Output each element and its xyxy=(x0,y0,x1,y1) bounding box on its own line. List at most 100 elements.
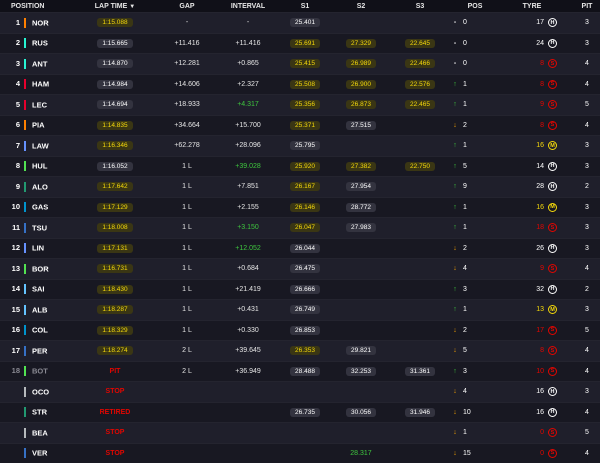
sector2-value: 27.954 xyxy=(346,182,376,192)
sector1-value: 25.508 xyxy=(290,79,320,89)
arrow-up-icon: ↑ xyxy=(453,183,457,191)
interval-cell: +36.949 xyxy=(217,360,279,382)
tyre-age: 9 xyxy=(540,265,544,273)
pit-cell: 2 xyxy=(563,176,600,197)
pos-change-cell: -0 xyxy=(449,53,501,74)
tyre-cell: 13 M xyxy=(501,299,563,320)
team-color-bar xyxy=(24,161,26,172)
table-row[interactable]: STR RETIRED 26.735 30.056 31.946 ↓ 10 16 H 4 xyxy=(0,401,600,423)
gap-cell: 1 L xyxy=(157,319,217,341)
pos-change-cell: ↑ 9 xyxy=(449,176,501,197)
pos-change-cell: ↓ 10 xyxy=(449,401,501,423)
table-row[interactable]: 14 SAI 1:18.430 1 L +21.419 26.666 ↑ 3 32 H 2 xyxy=(0,278,600,300)
sector1-cell: 26.749 xyxy=(279,299,331,320)
col-tyre[interactable]: TYRE xyxy=(501,0,563,13)
pos-change-value: 4 xyxy=(463,388,467,396)
table-row[interactable]: 18 BOT PIT 2 L +36.949 28.488 32.253 31.361 ↑ 3 10… xyxy=(0,360,600,382)
table-row[interactable]: 8 HUL 1:16.052 1 L +39.028 25.920 27.382 22.750… xyxy=(0,155,600,177)
table-row[interactable]: 3 ANT 1:14.870 +12.281 +0.865 25.415 26.989 22.… xyxy=(0,53,600,74)
pos-change-value: 3 xyxy=(463,367,467,375)
table-row[interactable]: 17 PER 1:18.274 2 L +39.645 26.353 29.821 ↓ 5 8 S 4 xyxy=(0,340,600,361)
table-row[interactable]: BEA STOP ↓ 1 0 S 5 xyxy=(0,422,600,443)
gap-cell: 1 L xyxy=(157,278,217,300)
table-row[interactable]: 11 TSU 1:18.008 1 L +3.150 26.047 27.983 ↑ 1 18 S 3 xyxy=(0,217,600,238)
team-color-bar xyxy=(24,427,26,438)
sector1-cell: 25.401 xyxy=(279,12,331,33)
position-cell: 11 TSU xyxy=(0,217,73,238)
tyre-cell: 8S xyxy=(501,53,563,74)
gap-cell xyxy=(157,381,217,402)
pos-change: ↑ 1 xyxy=(450,101,500,108)
pos-change-value: 1 xyxy=(463,203,467,211)
arrow-down-icon: ↓ xyxy=(453,449,457,457)
pos-change: ↓ 4 xyxy=(450,265,500,272)
tyre-compound-icon: H xyxy=(548,243,557,253)
sector1-cell: 25.415 xyxy=(279,53,331,74)
pit-count: 3 xyxy=(585,162,589,170)
sector3-cell xyxy=(391,114,449,136)
sector2-cell: 26.900 xyxy=(331,73,391,95)
driver-code: NOR xyxy=(32,18,49,28)
tyre-compound-icon: S xyxy=(548,366,557,376)
position-cell: 15 ALB xyxy=(0,299,73,320)
sector3-value: 22.465 xyxy=(405,100,435,110)
position-cell: 9 ALO xyxy=(0,176,73,197)
pos-change-value: 5 xyxy=(463,347,467,355)
table-row[interactable]: 2 RUS 1:15.665 +11.416 +11.416 25.691 27.329 22… xyxy=(0,32,600,54)
table-row[interactable]: 5 LEC 1:14.694 +18.933 +4.317 25.356 26.873 22.… xyxy=(0,94,600,115)
pit-cell: 4 xyxy=(563,73,600,95)
table-row[interactable]: 7 LAW 1:16.346 +62.278 +28.096 25.795 ↑ 1 16 M 3 xyxy=(0,135,600,156)
pos-change: -0 xyxy=(450,19,500,26)
team-color-bar xyxy=(24,386,26,397)
col-lap-time[interactable]: LAP TIME ▼ xyxy=(73,0,157,13)
sector1-value: 26.853 xyxy=(290,325,320,335)
col-s1[interactable]: S1 xyxy=(279,0,331,13)
table-row[interactable]: 16 COL 1:18.329 1 L +0.330 26.853 ↓ 2 17 S 5 xyxy=(0,319,600,341)
sector1-cell: 25.356 xyxy=(279,94,331,115)
arrow-down-icon: ↓ xyxy=(453,244,457,252)
sector3-cell xyxy=(391,299,449,320)
col-s2[interactable]: S2 xyxy=(331,0,391,13)
table-row[interactable]: 13 BOR 1:16.731 1 L +0.684 26.475 ↓ 4 9 S 4 xyxy=(0,258,600,279)
position-cell: 17 PER xyxy=(0,340,73,361)
sector1-value: 25.795 xyxy=(290,141,320,151)
table-row[interactable]: OCO STOP ↓ 4 16 H 3 xyxy=(0,381,600,402)
col-gap[interactable]: GAP xyxy=(157,0,217,13)
col-position[interactable]: POSITION xyxy=(0,0,73,13)
col-interval[interactable]: INTERVAL xyxy=(217,0,279,13)
lap-time-status: STOP xyxy=(105,449,125,457)
interval-cell: +3.150 xyxy=(217,217,279,238)
table-row[interactable]: 6 PIA 1:14.835 +34.664 +15.700 25.371 27.515 ↓ 2… xyxy=(0,114,600,136)
table-row[interactable]: 1 NOR 1:15.088- -25.401-0 17 H 3 xyxy=(0,12,600,33)
table-row[interactable]: 10 GAS 1:17.129 1 L +2.155 26.146 28.772 ↑ 1 16 M 3 xyxy=(0,196,600,218)
table-row[interactable]: VER STOP 28.317 ↓ 15 0 S 4 xyxy=(0,442,600,463)
sector1-value: 26.044 xyxy=(290,243,320,253)
tyre-compound-icon: M xyxy=(548,141,557,151)
lap-time-cell: 1:18.287 xyxy=(73,299,157,320)
gap-value: 1 L xyxy=(182,244,192,252)
col-pos[interactable]: POS xyxy=(449,0,501,13)
interval-cell: +39.645 xyxy=(217,340,279,361)
col-pit[interactable]: PIT xyxy=(563,0,600,13)
col-s3[interactable]: S3 xyxy=(391,0,449,13)
position-cell: BEA xyxy=(0,422,73,443)
table-row[interactable]: 15 ALB 1:18.287 1 L +0.431 26.749 ↑ 1 13 M 3 xyxy=(0,299,600,320)
pit-cell: 4 xyxy=(563,340,600,361)
gap-cell: +14.606 xyxy=(157,73,217,95)
pos-change-cell: ↓ 4 xyxy=(449,258,501,279)
interval-cell xyxy=(217,442,279,463)
tyre-compound-icon: H xyxy=(548,387,557,397)
tyre-age: 13 xyxy=(536,306,544,314)
tyre-cell: 8S xyxy=(501,73,563,95)
sector1-value: 26.167 xyxy=(290,182,320,192)
pos-change-cell: ↓ 2 xyxy=(449,319,501,341)
team-color-bar xyxy=(24,120,26,131)
pos-change-cell: ↓ 2 xyxy=(449,237,501,259)
pit-cell: 5 xyxy=(563,94,600,115)
sector2-value: 27.515 xyxy=(346,120,376,130)
table-row[interactable]: 9 ALO 1:17.642 1 L +7.851 26.167 27.954 ↑ 9 28 H 2 xyxy=(0,176,600,197)
table-row[interactable]: 12 LIN 1:17.131 1 L +12.052 26.044 ↓ 2 26 H 3 xyxy=(0,237,600,259)
table-row[interactable]: 4 HAM 1:14.984 +14.606 +2.327 25.508 26.900 22.… xyxy=(0,73,600,95)
tyre-info: 18 S xyxy=(507,223,557,233)
gap-cell: 2 L xyxy=(157,360,217,382)
